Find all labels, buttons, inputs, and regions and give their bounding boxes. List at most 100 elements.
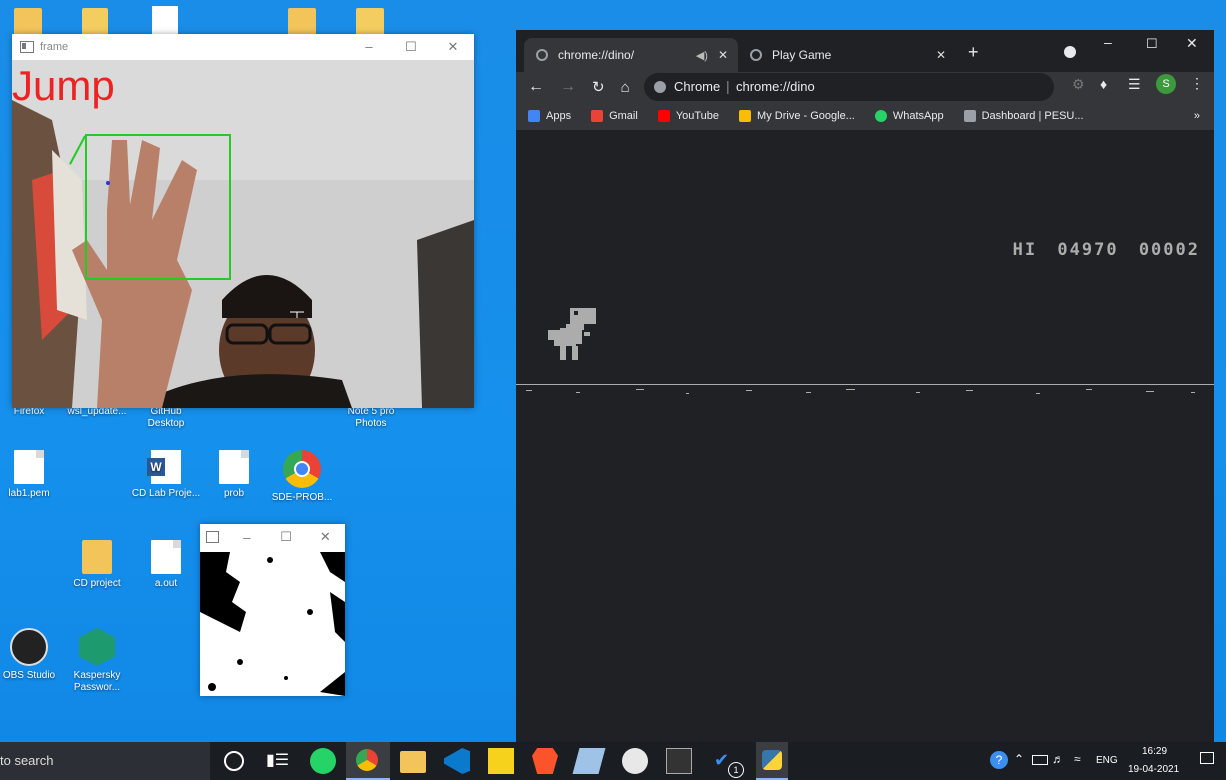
ground-texture [526,389,1195,394]
desktop-icon-top-3[interactable] [152,6,178,36]
desktop-icon-top-2[interactable] [82,8,108,36]
desktop-icon-label: CD Lab Proje... [131,488,201,499]
bookmark-label: Apps [546,110,572,122]
omnibox[interactable]: Chrome | chrome://dino [644,73,1054,101]
cortana-icon[interactable] [224,751,244,771]
desktop-icon-top-1[interactable] [14,8,42,36]
bookmarks-overflow-icon[interactable]: » [1194,110,1200,122]
maximize-button[interactable]: ☐ [266,529,305,545]
desktop-icon-kaspersky[interactable]: Kaspersky Passwor... [62,628,132,694]
desktop-icon-cdlab[interactable]: W CD Lab Proje... [131,450,201,500]
media-icon[interactable]: ☰ [1128,76,1141,93]
taskbar-search[interactable]: to search [0,742,210,780]
language-indicator[interactable]: ENG [1096,755,1118,766]
desktop-icon-lab1[interactable]: lab1.pem [0,450,64,500]
clock-time[interactable]: 16:29 [1142,746,1167,757]
mask-window[interactable]: – ☐ ✕ [200,524,345,696]
hi-label: HI [1012,240,1038,260]
speaker-icon[interactable]: ◀) [696,49,708,62]
window-icon [206,531,220,543]
window-minimize-button[interactable]: – [1104,34,1112,50]
youtube-icon [657,110,670,122]
close-button[interactable]: ✕ [306,529,345,545]
app-icon[interactable] [572,748,606,774]
mask-titlebar[interactable]: – ☐ ✕ [200,524,345,550]
desktop-icon-github[interactable]: GitHub Desktop [131,406,201,430]
desktop-icon-aout[interactable]: a.out [131,540,201,590]
bookmark-whatsapp[interactable]: WhatsApp [874,110,944,122]
tab-play-game[interactable]: Play Game ✕ [742,38,956,72]
vscode-icon[interactable] [444,748,470,774]
desktop-icon-cdproject[interactable]: CD project [62,540,132,590]
puzzle-icon[interactable]: ♦ [1100,76,1107,92]
ground-line [516,384,1214,385]
close-button[interactable]: ✕ [432,39,474,55]
reload-icon[interactable]: ↻ [592,78,605,96]
webcam-feed: Jump [12,60,474,408]
file-explorer-icon[interactable] [400,751,426,773]
wifi-icon[interactable]: ≈ [1074,752,1081,766]
todo-icon[interactable]: ✔ 1 [712,748,744,778]
desktop-icon-label: prob [223,488,244,499]
omnibox-separator: | [726,78,730,94]
extension-icon[interactable]: ⚙ [1072,76,1085,93]
window-close-button[interactable]: ✕ [1186,35,1198,52]
dashboard-icon [963,110,976,122]
desktop-icon-label: CD project [73,578,121,589]
whatsapp-taskbar-icon[interactable] [310,748,336,774]
back-icon[interactable]: ← [528,78,544,96]
terminal-icon[interactable] [666,748,692,774]
desktop-icon-top-4[interactable] [288,8,316,36]
notifications-icon[interactable] [1200,752,1214,764]
task-view-icon[interactable]: ▮☰ [266,750,289,770]
window-maximize-button[interactable]: ☐ [1146,36,1158,52]
minimize-button[interactable]: – [348,39,390,55]
tab-close-icon[interactable]: ✕ [936,48,946,62]
minimize-button[interactable]: – [227,530,266,545]
bookmark-drive[interactable]: My Drive - Google... [739,110,855,122]
desktop-icon-obs[interactable]: OBS Studio [0,628,64,682]
python-logo-icon [762,750,782,770]
tab-search-icon[interactable] [1064,46,1076,58]
score-display: HI 04970 00002 [1013,240,1200,260]
python-icon[interactable] [756,742,788,780]
dino-game-canvas[interactable]: HI 04970 00002 [516,130,1214,742]
gmail-icon [591,110,604,122]
desktop-icon-label: lab1.pem [8,488,50,499]
forward-icon[interactable]: → [560,78,576,96]
bookmark-label: WhatsApp [892,110,944,122]
maximize-button[interactable]: ☐ [390,39,432,55]
sticky-notes-icon[interactable] [488,748,514,774]
tab-close-icon[interactable]: ✕ [718,48,728,62]
menu-icon[interactable]: ⋮ [1190,75,1204,92]
help-icon[interactable]: ? [990,751,1008,769]
paint-icon[interactable] [622,748,648,774]
desktop-icon-prob[interactable]: prob [199,450,269,500]
desktop-icon-label: SDE-PROB... [271,492,333,503]
new-tab-button[interactable]: + [968,42,979,63]
tab-dino[interactable]: chrome://dino/ ◀) ✕ [524,38,738,72]
battery-icon[interactable] [1032,755,1048,765]
home-icon[interactable]: ⌂ [621,79,630,96]
system-tray: ? ⌃ ♬ ≈ ENG 16:29 19-04-2021 [986,742,1226,780]
brave-icon[interactable] [532,748,558,774]
chrome-badge-icon [654,81,666,93]
desktop-icon-sde[interactable]: SDE-PROB... [267,450,337,504]
desktop-icon-top-5[interactable] [356,8,384,36]
desktop-icon-label: a.out [154,578,178,589]
bookmark-apps[interactable]: Apps [528,110,571,122]
bookmark-label: My Drive - Google... [757,110,855,122]
obs-icon [10,628,48,666]
bookmark-gmail[interactable]: Gmail [591,110,638,122]
desktop-icon-note5[interactable]: Note 5 pro Photos [336,406,406,430]
chrome-window[interactable]: chrome://dino/ ◀) ✕ Play Game ✕ + – ☐ ✕ … [516,30,1214,742]
clock-date[interactable]: 19-04-2021 [1128,764,1179,775]
bookmark-dashboard[interactable]: Dashboard | PESU... [963,110,1084,122]
chrome-taskbar-icon[interactable] [346,742,390,780]
chevron-up-icon[interactable]: ⌃ [1014,752,1024,766]
volume-icon[interactable]: ♬ [1052,752,1064,766]
file-icon [14,450,44,484]
bookmark-youtube[interactable]: YouTube [657,110,719,122]
frame-titlebar[interactable]: frame – ☐ ✕ [12,34,474,60]
avatar[interactable]: S [1156,74,1176,94]
